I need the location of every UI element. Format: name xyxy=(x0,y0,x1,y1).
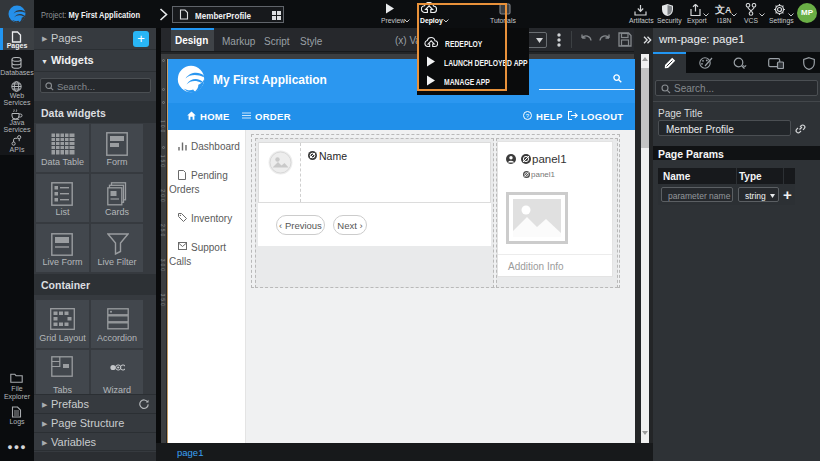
svg-text:?: ? xyxy=(526,113,530,119)
